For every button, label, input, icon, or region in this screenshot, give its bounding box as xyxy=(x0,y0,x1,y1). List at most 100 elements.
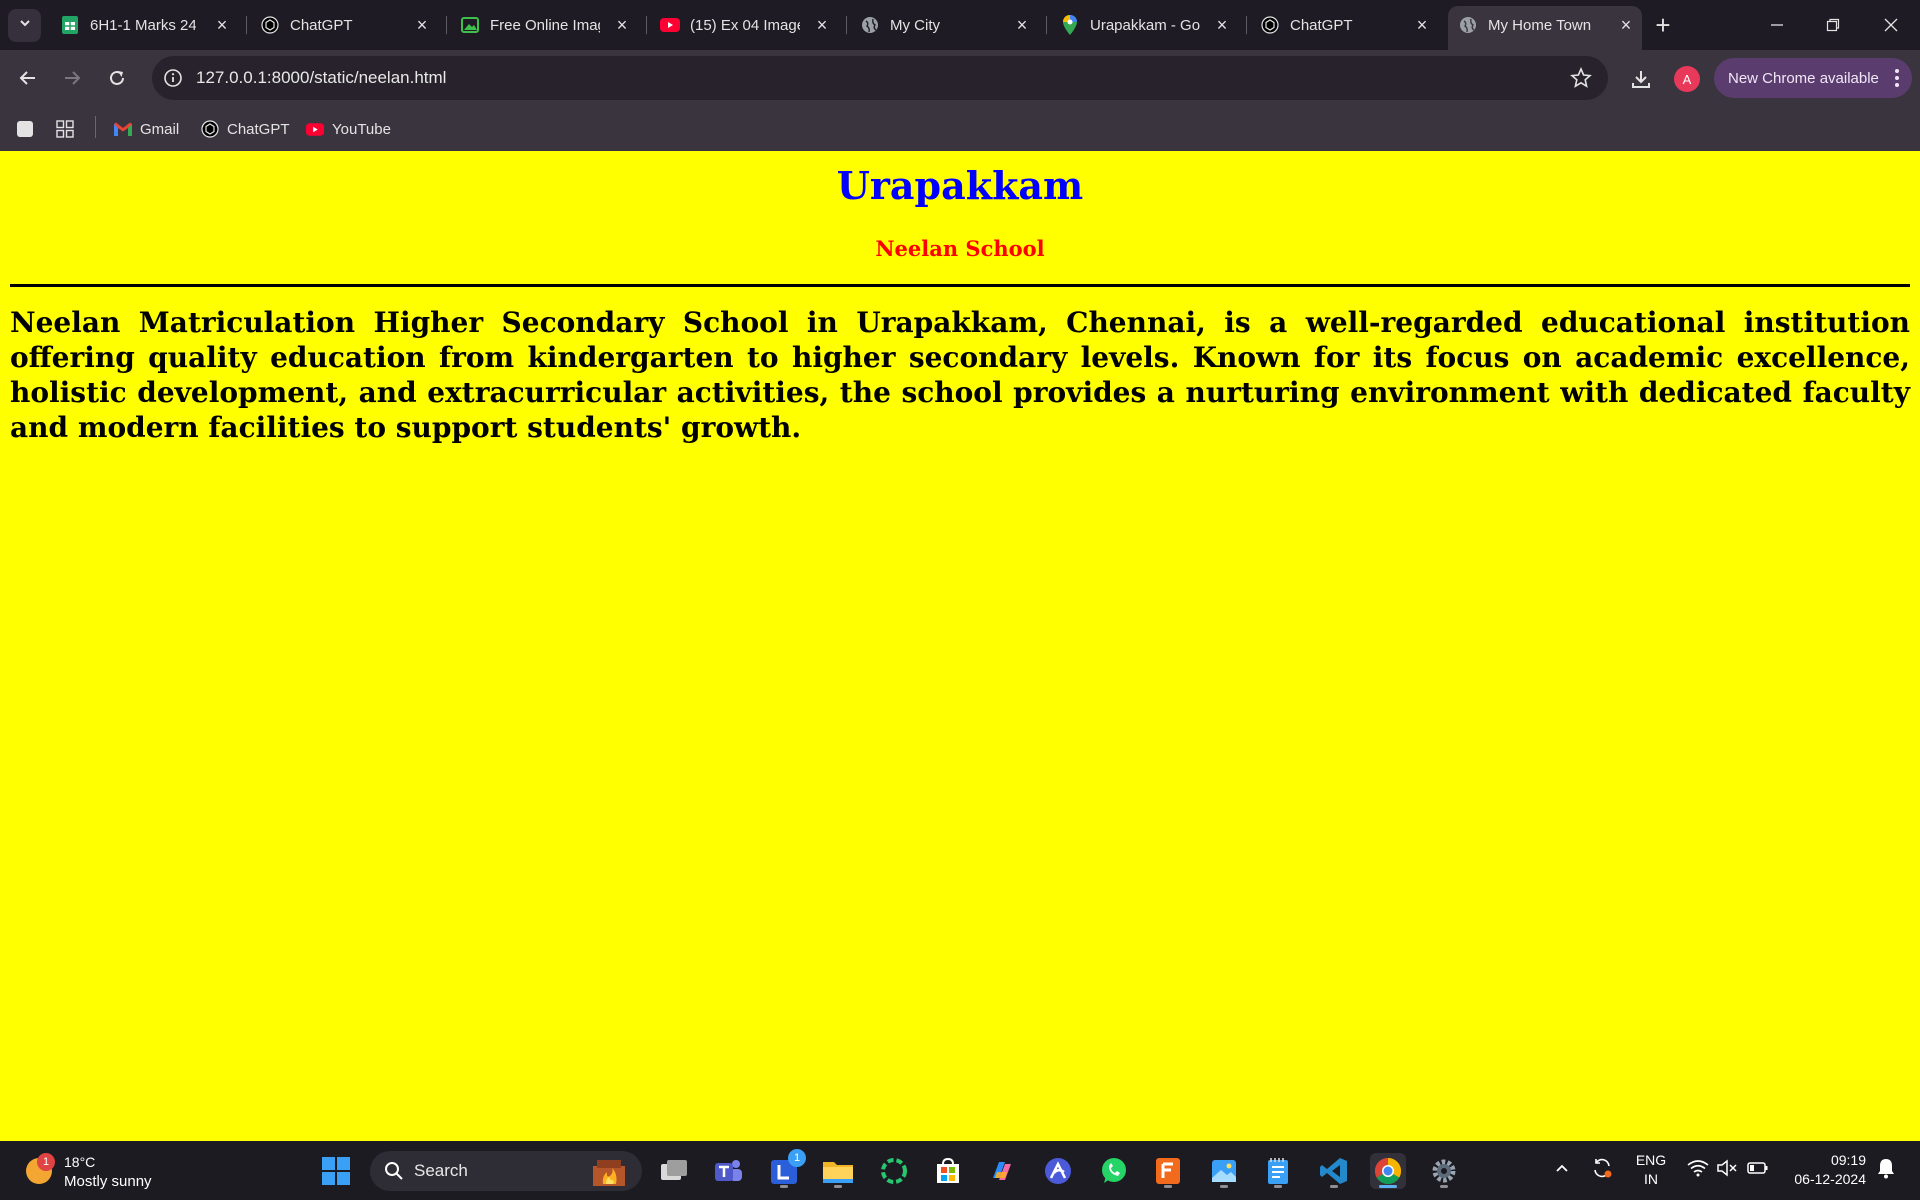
bookmark-chatgpt[interactable]: ChatGPT xyxy=(201,117,290,141)
teams-app[interactable] xyxy=(710,1153,746,1189)
close-icon[interactable]: × xyxy=(1212,15,1232,35)
weather-widget[interactable]: 1 18°C Mostly sunny xyxy=(22,1148,172,1192)
close-icon[interactable]: × xyxy=(1616,15,1636,35)
tab-search-button[interactable] xyxy=(8,9,41,42)
letter-f-app-icon xyxy=(1156,1158,1180,1184)
reload-button[interactable] xyxy=(101,62,133,94)
site-info-icon[interactable] xyxy=(162,67,184,89)
tab-marks-sheet[interactable]: 6H1-1 Marks 24- × xyxy=(50,6,238,44)
apps-grid-icon xyxy=(56,120,74,138)
photos-app[interactable] xyxy=(1206,1153,1242,1189)
running-indicator xyxy=(780,1185,788,1188)
tab-title: My City xyxy=(890,17,940,34)
tab-divider xyxy=(446,16,447,34)
search-icon xyxy=(384,1161,404,1181)
lens-app[interactable]: 1 xyxy=(766,1149,806,1189)
weather-temperature: 18°C xyxy=(64,1154,96,1170)
tab-image-editor[interactable]: Free Online Imag × xyxy=(450,6,638,44)
bookmark-label: Gmail xyxy=(140,120,180,138)
clock-time: 09:19 xyxy=(1830,1152,1866,1168)
volume-muted-icon xyxy=(1717,1159,1737,1177)
restore-button[interactable] xyxy=(1818,10,1848,40)
copilot-app[interactable] xyxy=(984,1153,1020,1189)
new-tab-button[interactable]: + xyxy=(1650,10,1676,40)
close-icon[interactable]: × xyxy=(412,15,432,35)
close-window-button[interactable] xyxy=(1876,10,1906,40)
tab-title: 6H1-1 Marks 24- xyxy=(90,17,196,34)
start-button[interactable] xyxy=(318,1153,354,1189)
microsoft-store-app[interactable] xyxy=(930,1153,966,1189)
tab-divider xyxy=(1246,16,1247,34)
update-label: New Chrome available xyxy=(1728,69,1879,87)
reload-icon xyxy=(110,70,124,85)
globe-icon xyxy=(860,15,880,35)
search-highlight-icon xyxy=(590,1156,628,1186)
teams-icon xyxy=(715,1160,742,1181)
battery-icon xyxy=(1747,1162,1768,1174)
maps-pin-icon xyxy=(1060,15,1080,35)
notepad-app[interactable] xyxy=(1260,1153,1296,1189)
task-view-icon xyxy=(661,1160,687,1180)
network-status[interactable] xyxy=(1686,1156,1710,1180)
task-view-button[interactable] xyxy=(656,1153,692,1189)
forward-button[interactable] xyxy=(56,62,88,94)
whatsapp-icon xyxy=(1102,1158,1126,1183)
tab-my-home-town[interactable]: My Home Town × xyxy=(1448,6,1642,50)
running-indicator xyxy=(1330,1185,1338,1188)
close-icon[interactable]: × xyxy=(212,15,232,35)
more-vert-icon[interactable] xyxy=(1894,67,1900,89)
show-hidden-icons-button[interactable] xyxy=(1550,1156,1574,1180)
taskbar-search[interactable]: Search xyxy=(370,1151,642,1191)
fus-app[interactable] xyxy=(1150,1153,1186,1189)
chevron-up-icon xyxy=(1556,1164,1568,1172)
tab-my-city[interactable]: My City × xyxy=(850,6,1038,44)
apps-button[interactable] xyxy=(56,117,82,141)
bookmark-gmail[interactable]: Gmail xyxy=(114,117,179,141)
settings-app[interactable] xyxy=(1426,1153,1462,1189)
close-icon[interactable]: × xyxy=(1412,15,1432,35)
square-icon xyxy=(16,120,34,138)
bookmark-star-icon[interactable] xyxy=(1570,66,1592,89)
wifi-icon xyxy=(1687,1160,1709,1177)
bookmark-youtube[interactable]: YouTube xyxy=(306,117,391,141)
notifications-button[interactable] xyxy=(1874,1156,1898,1180)
vscode-app[interactable] xyxy=(1316,1153,1352,1189)
file-explorer-app[interactable] xyxy=(820,1153,856,1189)
volume-status[interactable] xyxy=(1715,1156,1739,1180)
tab-title: ChatGPT xyxy=(1290,17,1353,34)
spinner-app[interactable] xyxy=(876,1153,912,1189)
tab-title: My Home Town xyxy=(1488,17,1592,34)
close-icon[interactable]: × xyxy=(612,15,632,35)
arc-app[interactable] xyxy=(1040,1153,1076,1189)
profile-avatar[interactable]: A xyxy=(1674,66,1700,92)
windows-logo-icon xyxy=(322,1157,350,1185)
whatsapp-app[interactable] xyxy=(1096,1153,1132,1189)
system-clock[interactable]: 09:19 06-12-2024 xyxy=(1786,1151,1866,1189)
address-bar[interactable]: 127.0.0.1:8000/static/neelan.html xyxy=(152,56,1608,100)
back-button[interactable] xyxy=(12,62,44,94)
youtube-icon xyxy=(306,120,324,138)
minimize-button[interactable] xyxy=(1762,10,1792,40)
downloads-button[interactable] xyxy=(1628,66,1654,92)
active-indicator xyxy=(1379,1185,1397,1188)
url-text[interactable]: 127.0.0.1:8000/static/neelan.html xyxy=(196,68,446,88)
running-indicator xyxy=(834,1185,842,1188)
tab-groups-button[interactable] xyxy=(16,117,42,141)
close-icon[interactable]: × xyxy=(812,15,832,35)
battery-status[interactable] xyxy=(1746,1156,1770,1180)
region-code: IN xyxy=(1644,1171,1658,1187)
image-editor-icon xyxy=(460,15,480,35)
tab-chatgpt[interactable]: ChatGPT × xyxy=(250,6,438,44)
gear-icon xyxy=(1432,1159,1456,1183)
close-icon[interactable]: × xyxy=(1012,15,1032,35)
sync-status[interactable] xyxy=(1590,1156,1614,1180)
chrome-app[interactable] xyxy=(1370,1153,1406,1189)
chevron-down-icon xyxy=(18,16,32,35)
tab-urapakkam-maps[interactable]: Urapakkam - Go × xyxy=(1050,6,1238,44)
tab-chatgpt-2[interactable]: ChatGPT × xyxy=(1250,6,1438,44)
input-language[interactable]: ENG IN xyxy=(1634,1151,1668,1189)
tab-youtube-video[interactable]: (15) Ex 04 Image × xyxy=(650,6,838,44)
notepad-icon xyxy=(1268,1158,1288,1184)
minimize-icon xyxy=(1771,24,1783,26)
chrome-update-button[interactable]: New Chrome available xyxy=(1714,58,1912,98)
